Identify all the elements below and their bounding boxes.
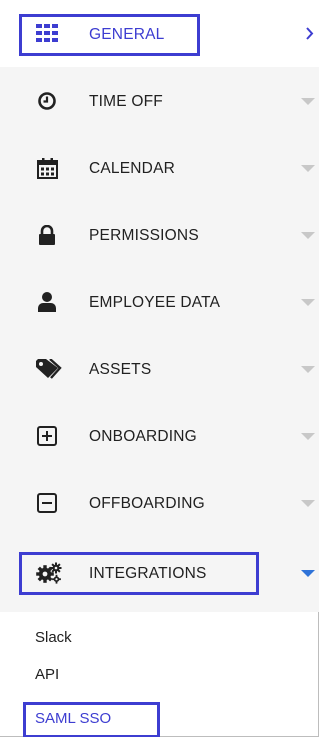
- clock-icon: [36, 90, 58, 112]
- menu-item-permissions[interactable]: PERMISSIONS: [0, 201, 319, 268]
- settings-sidebar: GENERAL TIME OFF CALENDAR PERMISSIONS EM…: [0, 0, 319, 737]
- menu-item-label: ASSETS: [89, 361, 152, 378]
- menu-item-label: CALENDAR: [89, 160, 176, 177]
- chevron-down-icon[interactable]: [301, 231, 315, 241]
- submenu-item-slack[interactable]: Slack: [35, 629, 72, 646]
- menu-item-label: OFFBOARDING: [89, 495, 205, 512]
- highlight-box-general: [19, 14, 200, 56]
- chevron-down-icon[interactable]: [301, 365, 315, 375]
- chevron-down-icon[interactable]: [301, 97, 315, 107]
- chevron-down-icon[interactable]: [301, 432, 315, 442]
- menu-item-onboarding[interactable]: ONBOARDING: [0, 402, 319, 469]
- highlight-box-integrations: [19, 552, 259, 595]
- menu-item-label: ONBOARDING: [89, 428, 197, 445]
- minus-box-icon: [36, 492, 58, 514]
- menu-item-label: TIME OFF: [89, 93, 163, 110]
- chevron-right-icon: [303, 26, 317, 40]
- submenu-item-api[interactable]: API: [35, 666, 59, 683]
- lock-icon: [36, 224, 58, 246]
- person-icon: [36, 291, 58, 313]
- chevron-down-icon[interactable]: [301, 569, 315, 579]
- menu-item-employee-data[interactable]: EMPLOYEE DATA: [0, 268, 319, 335]
- menu-item-calendar[interactable]: CALENDAR: [0, 134, 319, 201]
- menu-item-label: PERMISSIONS: [89, 227, 199, 244]
- menu-item-assets[interactable]: ASSETS: [0, 335, 319, 402]
- chevron-down-icon[interactable]: [301, 164, 315, 174]
- calendar-icon: [36, 157, 58, 179]
- tags-icon: [36, 358, 64, 380]
- menu-item-offboarding[interactable]: OFFBOARDING: [0, 469, 319, 536]
- chevron-down-icon[interactable]: [301, 298, 315, 308]
- plus-box-icon: [36, 425, 58, 447]
- chevron-down-icon[interactable]: [301, 499, 315, 509]
- highlight-box-saml-sso: [23, 702, 160, 737]
- menu-item-time-off[interactable]: TIME OFF: [0, 67, 319, 134]
- menu-item-label: EMPLOYEE DATA: [89, 294, 221, 311]
